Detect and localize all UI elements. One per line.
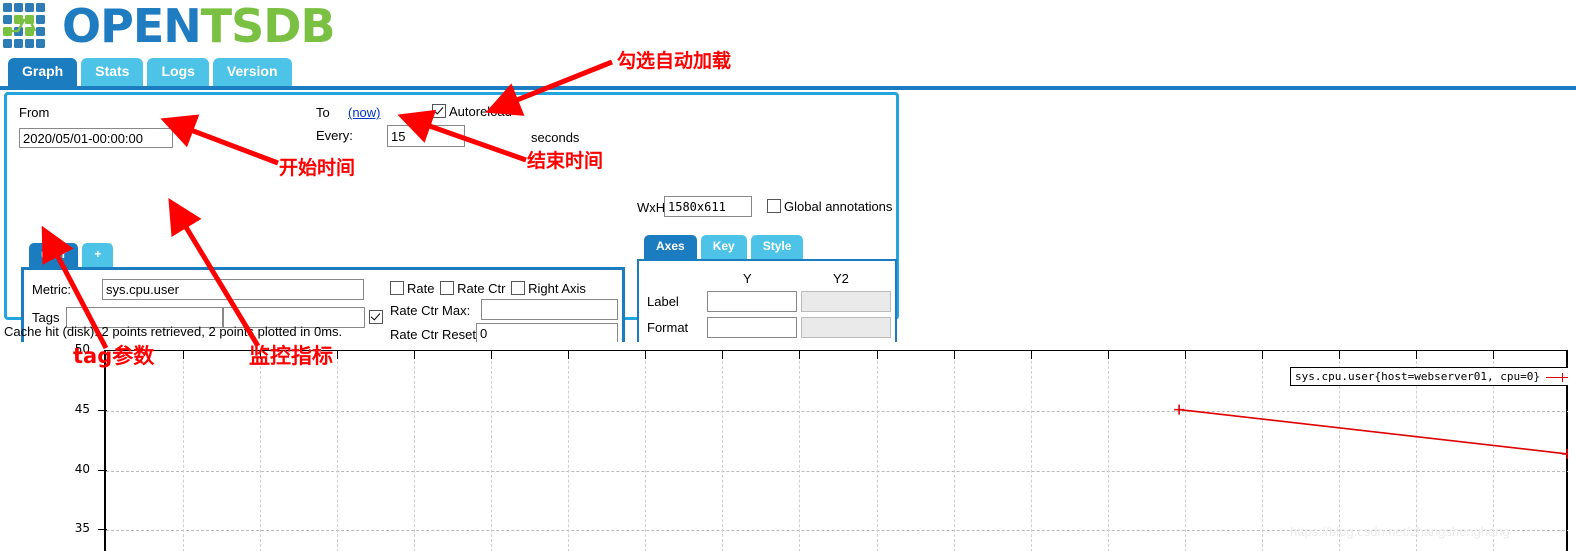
rate-check-icon[interactable]	[390, 281, 404, 295]
metric-tab-add[interactable]: +	[82, 243, 114, 267]
watermark: https://blog.csdn.net/zhangshenghang	[1290, 524, 1510, 539]
tags-label: Tags	[32, 310, 60, 325]
logo-tsdb-text: TSDB	[200, 0, 336, 53]
rate-ctr-check-icon[interactable]	[440, 281, 455, 295]
rate-ctr-max-label: Rate Ctr Max:	[390, 303, 471, 318]
global-annotations-checkbox[interactable]: Global annotations	[767, 199, 892, 214]
tab-logs[interactable]: Logs	[147, 58, 209, 86]
seconds-label: seconds	[531, 130, 580, 145]
y-tick-mark	[98, 469, 107, 471]
legend-series-key-icon	[1546, 372, 1568, 382]
main-nav: Graph Stats Logs Version	[8, 58, 296, 86]
axis-col-y-header: Y	[743, 271, 752, 286]
app-logo-text: OPENTSDB	[62, 0, 336, 53]
global-annotations-label: Global annotations	[784, 199, 893, 214]
series-line	[1179, 408, 1568, 455]
to-label: To	[316, 105, 330, 120]
axis-col-y2-header: Y2	[833, 271, 849, 286]
axis-format-y2-input[interactable]	[801, 317, 891, 338]
annotation-end-time: 结束时间	[527, 150, 604, 172]
from-label: From	[19, 105, 50, 120]
legend-series-label: sys.cpu.user{host=webserver01, cpu=0}	[1295, 370, 1541, 383]
y-tick-mark	[98, 409, 107, 411]
plot-area[interactable]: sys.cpu.user{host=webserver01, cpu=0}	[104, 350, 1568, 551]
autoreload-check-icon[interactable]	[432, 104, 446, 118]
every-label: Every:	[316, 128, 353, 143]
logo-open-text: OPEN	[62, 0, 202, 53]
rate-ctr-checkbox[interactable]: Rate Ctr	[440, 281, 506, 296]
nav-underline	[0, 86, 1576, 90]
rate-ctr-reset-label: Rate Ctr Reset:	[390, 327, 480, 342]
tag-enable-checkbox[interactable]	[369, 310, 383, 324]
annotation-autoreload: 勾选自动加载	[617, 50, 732, 72]
app-header: OPENTSDB	[0, 0, 1576, 56]
axis-format-row-label: Format	[647, 320, 689, 335]
chart-legend[interactable]: sys.cpu.user{host=webserver01, cpu=0}	[1290, 367, 1568, 386]
right-axis-label: Right Axis	[528, 281, 586, 296]
rate-options-row: Rate Rate Ctr Right Axis	[390, 281, 588, 296]
query-panel: From To (now) Every: seconds Autoreload …	[4, 92, 899, 416]
annotation-start-time: 开始时间	[279, 157, 356, 179]
autoreload-label: Autoreload	[449, 104, 512, 119]
axis-format-y-input[interactable]	[707, 317, 797, 338]
global-annotations-check-icon[interactable]	[767, 199, 781, 213]
rate-label: Rate	[407, 281, 435, 296]
metric-label: Metric:	[32, 282, 71, 297]
axis-label-row-label: Label	[647, 294, 679, 309]
y-tick-mark	[98, 529, 107, 531]
right-axis-check-icon[interactable]	[511, 281, 526, 295]
now-link[interactable]: (now)	[348, 105, 381, 120]
axes-tabs: Axes Key Style	[644, 235, 807, 259]
graph-chart: sys.cpu.user{host=webserver01, cpu=0} 50…	[0, 342, 1576, 551]
annotation-metric: 监控指标	[249, 344, 333, 368]
from-input[interactable]	[19, 128, 173, 148]
tab-version[interactable]: Version	[212, 58, 292, 86]
metric-input[interactable]	[102, 279, 364, 300]
right-axis-checkbox[interactable]: Right Axis	[511, 281, 586, 296]
y-tick-label: 40	[74, 461, 90, 476]
annotation-tag-param: tag参数	[73, 344, 155, 368]
y-tick-label: 45	[74, 401, 90, 416]
opentsdb-grid-logo-icon	[2, 2, 54, 50]
metric-tabs: user +	[29, 243, 117, 267]
axis-label-y2-input[interactable]	[801, 291, 891, 312]
tab-graph[interactable]: Graph	[8, 58, 78, 86]
status-line: Cache hit (disk). 2 points retrieved, 2 …	[4, 324, 343, 339]
axis-label-y-input[interactable]	[707, 291, 797, 312]
y-tick-label: 35	[74, 521, 90, 536]
tab-axes[interactable]: Axes	[644, 235, 697, 259]
rate-ctr-label: Rate Ctr	[457, 281, 506, 296]
rate-ctr-reset-input[interactable]	[476, 323, 618, 344]
tab-key[interactable]: Key	[700, 235, 747, 259]
tab-style[interactable]: Style	[750, 235, 804, 259]
series-point-marker	[1562, 448, 1568, 459]
rate-checkbox[interactable]: Rate	[390, 281, 434, 296]
every-input[interactable]	[387, 125, 465, 147]
wxh-input[interactable]	[664, 196, 752, 217]
metric-tab-user[interactable]: user	[29, 243, 79, 267]
tab-stats[interactable]: Stats	[81, 58, 144, 86]
rate-ctr-max-input[interactable]	[481, 299, 618, 320]
series-point-marker	[1174, 404, 1185, 415]
autoreload-checkbox[interactable]: Autoreload	[432, 104, 512, 119]
